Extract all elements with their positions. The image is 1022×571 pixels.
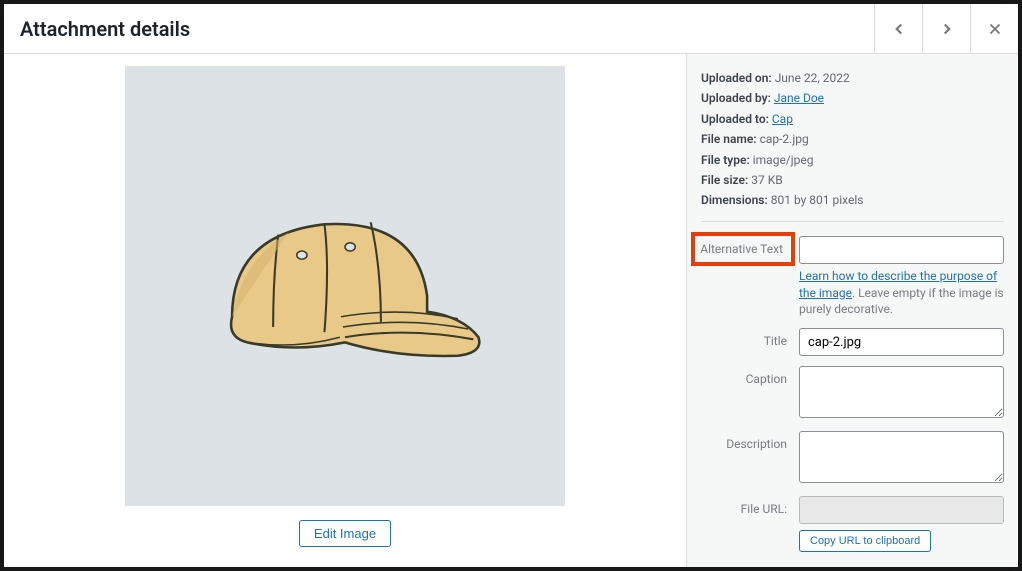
alt-text-input[interactable]: [799, 236, 1004, 264]
divider: [701, 221, 1004, 222]
alt-text-row: Alternative Text Learn how to describe t…: [701, 236, 1004, 318]
description-input[interactable]: [799, 431, 1004, 483]
title-label: Title: [701, 328, 799, 348]
chevron-left-icon: [890, 20, 908, 38]
description-label: Description: [701, 431, 799, 451]
caption-row: Caption: [701, 366, 1004, 421]
meta-uploaded-to: Uploaded to: Cap: [701, 109, 1004, 129]
meta-dimensions: Dimensions: 801 by 801 pixels: [701, 190, 1004, 210]
meta-file-name: File name: cap-2.jpg: [701, 129, 1004, 149]
title-row: Title: [701, 328, 1004, 356]
meta-uploaded-by: Uploaded by: Jane Doe: [701, 88, 1004, 108]
modal-title: Attachment details: [4, 17, 190, 41]
image-preview: [125, 66, 565, 506]
modal-header: Attachment details: [4, 4, 1018, 54]
header-nav-buttons: [874, 4, 1018, 53]
prev-button[interactable]: [874, 4, 922, 53]
chevron-right-icon: [938, 20, 956, 38]
cap-illustration: [191, 173, 499, 399]
uploaded-by-link[interactable]: Jane Doe: [774, 91, 824, 105]
caption-label: Caption: [701, 366, 799, 386]
alt-text-label: Alternative Text: [691, 232, 795, 266]
copy-url-button[interactable]: Copy URL to clipboard: [799, 530, 931, 552]
title-input[interactable]: [799, 328, 1004, 356]
meta-file-type: File type: image/jpeg: [701, 150, 1004, 170]
uploaded-to-link[interactable]: Cap: [772, 112, 793, 126]
edit-image-button[interactable]: Edit Image: [299, 520, 391, 547]
description-row: Description: [701, 431, 1004, 486]
meta-file-size: File size: 37 KB: [701, 170, 1004, 190]
modal-body: Edit Image Uploaded on: June 22, 2022 Up…: [4, 54, 1018, 567]
preview-pane: Edit Image: [4, 54, 686, 567]
alt-text-help: Learn how to describe the purpose of the…: [799, 268, 1004, 318]
file-url-row: File URL: Copy URL to clipboard: [701, 496, 1004, 552]
attachment-details-modal: Attachment details: [4, 4, 1018, 567]
close-icon: [986, 20, 1004, 38]
file-url-input[interactable]: [799, 496, 1004, 524]
meta-uploaded-on: Uploaded on: June 22, 2022: [701, 68, 1004, 88]
details-pane: Uploaded on: June 22, 2022 Uploaded by: …: [686, 54, 1018, 567]
file-url-label: File URL:: [701, 496, 799, 516]
close-button[interactable]: [970, 4, 1018, 53]
meta-list: Uploaded on: June 22, 2022 Uploaded by: …: [701, 68, 1004, 211]
next-button[interactable]: [922, 4, 970, 53]
caption-input[interactable]: [799, 366, 1004, 418]
